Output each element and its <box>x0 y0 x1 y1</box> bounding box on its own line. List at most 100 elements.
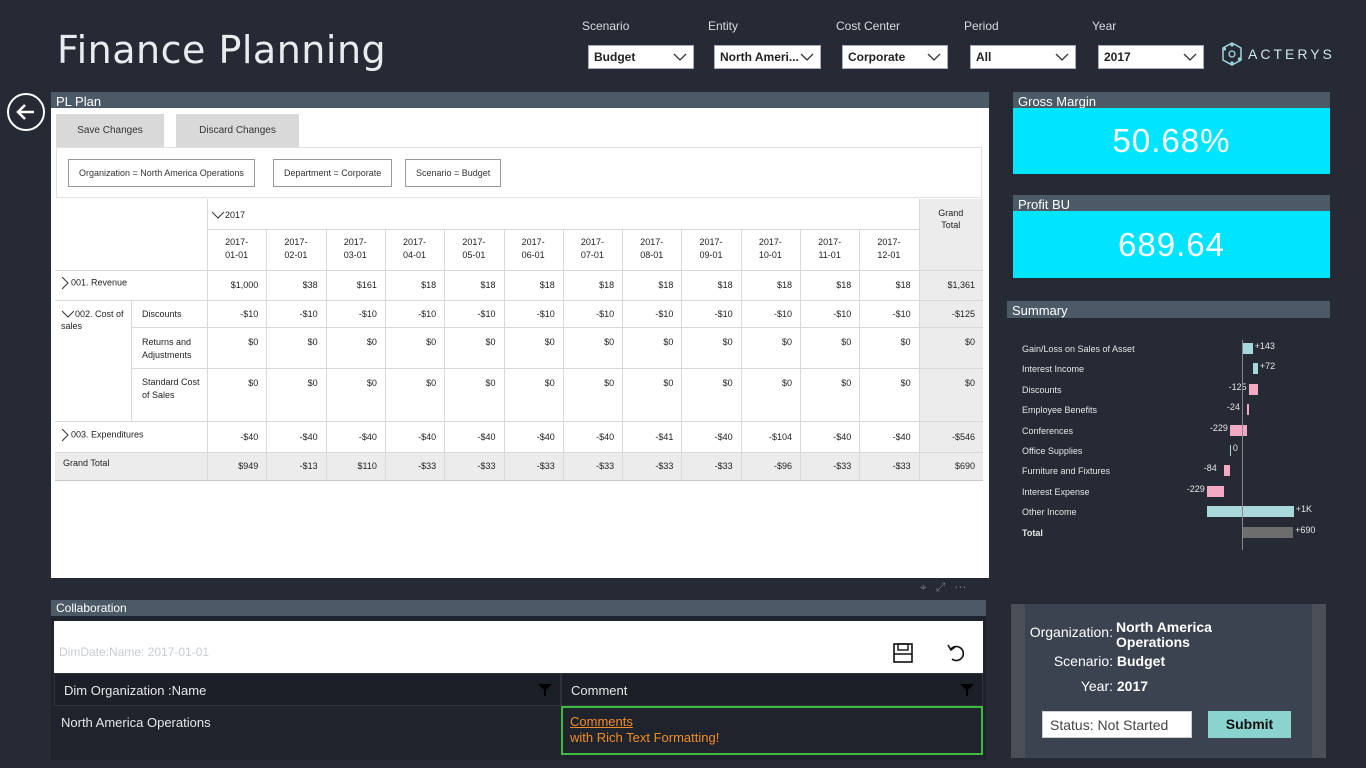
table-cell[interactable]: $0 <box>207 327 266 357</box>
table-cell[interactable]: -$10 <box>800 300 859 327</box>
undo-icon[interactable] <box>946 643 966 663</box>
table-cell[interactable]: -$10 <box>622 300 681 327</box>
table-cell[interactable]: -$33 <box>444 452 503 480</box>
table-cell[interactable]: -$96 <box>741 452 800 480</box>
row-label[interactable]: 002. Cost of sales <box>61 308 131 332</box>
waterfall-bar[interactable] <box>1252 363 1258 375</box>
month-header[interactable]: 2017-07-01 <box>563 233 622 265</box>
table-cell[interactable]: $0 <box>681 327 740 357</box>
table-cell[interactable]: $0 <box>563 368 622 398</box>
table-cell[interactable]: -$40 <box>563 421 622 452</box>
table-cell[interactable]: $18 <box>444 270 503 300</box>
table-cell[interactable]: $0 <box>444 368 503 398</box>
month-header[interactable]: 2017-09-01 <box>681 233 740 265</box>
month-header[interactable]: 2017-02-01 <box>266 233 325 265</box>
month-header[interactable]: 2017-12-01 <box>859 233 918 265</box>
table-cell[interactable]: $0 <box>800 327 859 357</box>
waterfall-bar[interactable] <box>1242 343 1253 354</box>
year-header[interactable]: 2017 <box>211 207 245 223</box>
month-header[interactable]: 2017-01-01 <box>207 233 266 265</box>
table-cell[interactable]: $0 <box>326 368 385 398</box>
focus-mode-icon[interactable]: ⤢ <box>936 580 946 595</box>
waterfall-bar[interactable] <box>1206 506 1294 518</box>
month-header[interactable]: 2017-03-01 <box>326 233 385 265</box>
table-cell[interactable]: -$41 <box>622 421 681 452</box>
month-header[interactable]: 2017-04-01 <box>385 233 444 265</box>
comment-link[interactable]: Comments <box>570 714 981 730</box>
filter-icon[interactable] <box>538 684 552 696</box>
waterfall-bar[interactable] <box>1206 485 1224 497</box>
cost-center-dropdown[interactable]: Corporate <box>842 45 948 69</box>
table-cell[interactable]: -$40 <box>444 421 503 452</box>
pill-organization[interactable]: Organization = North America Operations <box>68 159 255 187</box>
table-cell[interactable]: -$40 <box>385 421 444 452</box>
waterfall-bar[interactable] <box>1248 383 1258 395</box>
table-cell[interactable]: $18 <box>385 270 444 300</box>
scenario-dropdown[interactable]: Budget <box>588 45 694 69</box>
waterfall-bar[interactable] <box>1229 445 1231 456</box>
waterfall-bar[interactable] <box>1223 465 1230 477</box>
save-icon[interactable] <box>892 643 914 663</box>
table-cell[interactable]: $0 <box>266 368 325 398</box>
table-cell[interactable]: $0 <box>504 368 563 398</box>
table-cell[interactable]: $0 <box>800 368 859 398</box>
table-cell[interactable]: -$40 <box>800 421 859 452</box>
table-cell[interactable]: -$10 <box>563 300 622 327</box>
table-cell[interactable]: $0 <box>859 327 918 357</box>
period-dropdown[interactable]: All <box>970 45 1076 69</box>
row-label[interactable]: 001. Revenue <box>61 276 211 290</box>
column-header-comment[interactable]: Comment <box>561 673 983 706</box>
pill-scenario[interactable]: Scenario = Budget <box>405 159 502 187</box>
pin-icon[interactable]: ⌖ <box>920 580 927 595</box>
table-cell[interactable]: -$40 <box>681 421 740 452</box>
row-label[interactable]: 003. Expenditures <box>61 428 211 442</box>
table-cell[interactable]: -$40 <box>266 421 325 452</box>
table-cell[interactable]: $0 <box>385 368 444 398</box>
column-header-organization[interactable]: Dim Organization :Name <box>54 673 561 706</box>
submit-button[interactable]: Submit <box>1208 711 1291 738</box>
table-cell[interactable]: $0 <box>385 327 444 357</box>
table-cell[interactable]: $161 <box>326 270 385 300</box>
table-cell[interactable]: -$33 <box>385 452 444 480</box>
table-cell[interactable]: -$33 <box>622 452 681 480</box>
table-cell[interactable]: -$33 <box>859 452 918 480</box>
table-cell[interactable]: -$13 <box>266 452 325 480</box>
back-button[interactable] <box>7 93 45 131</box>
table-cell[interactable]: -$33 <box>504 452 563 480</box>
table-cell[interactable]: $1,000 <box>207 270 266 300</box>
table-cell[interactable]: $0 <box>444 327 503 357</box>
entity-dropdown[interactable]: North Ameri... <box>714 45 821 69</box>
table-cell[interactable]: -$40 <box>207 421 266 452</box>
waterfall-bar[interactable] <box>1242 526 1294 538</box>
year-dropdown[interactable]: 2017 <box>1098 45 1204 69</box>
table-cell[interactable]: -$10 <box>266 300 325 327</box>
table-cell[interactable]: $0 <box>681 368 740 398</box>
comment-cell[interactable]: Comments with Rich Text Formatting! <box>561 706 983 755</box>
table-cell[interactable]: $18 <box>504 270 563 300</box>
table-cell[interactable]: $0 <box>326 327 385 357</box>
table-cell[interactable]: -$10 <box>385 300 444 327</box>
pill-department[interactable]: Department = Corporate <box>273 159 393 187</box>
table-cell[interactable]: $0 <box>622 327 681 357</box>
table-cell[interactable]: $0 <box>266 327 325 357</box>
waterfall-bar[interactable] <box>1229 424 1247 436</box>
table-cell[interactable]: -$40 <box>504 421 563 452</box>
filter-icon[interactable] <box>960 684 974 696</box>
month-header[interactable]: 2017-08-01 <box>622 233 681 265</box>
table-cell[interactable]: $18 <box>800 270 859 300</box>
table-cell[interactable]: $18 <box>681 270 740 300</box>
status-field[interactable]: Status: Not Started <box>1042 711 1192 738</box>
month-header[interactable]: 2017-11-01 <box>800 233 859 265</box>
table-cell[interactable]: $0 <box>622 368 681 398</box>
table-cell[interactable]: -$10 <box>207 300 266 327</box>
table-cell[interactable]: $38 <box>266 270 325 300</box>
table-cell[interactable]: $18 <box>741 270 800 300</box>
table-cell[interactable]: -$33 <box>681 452 740 480</box>
save-changes-button[interactable]: Save Changes <box>56 114 164 148</box>
month-header[interactable]: 2017-10-01 <box>741 233 800 265</box>
table-cell[interactable]: $0 <box>741 327 800 357</box>
month-header[interactable]: 2017-06-01 <box>504 233 563 265</box>
waterfall-bar[interactable] <box>1246 404 1249 416</box>
table-cell[interactable]: -$10 <box>741 300 800 327</box>
table-cell[interactable]: $0 <box>563 327 622 357</box>
